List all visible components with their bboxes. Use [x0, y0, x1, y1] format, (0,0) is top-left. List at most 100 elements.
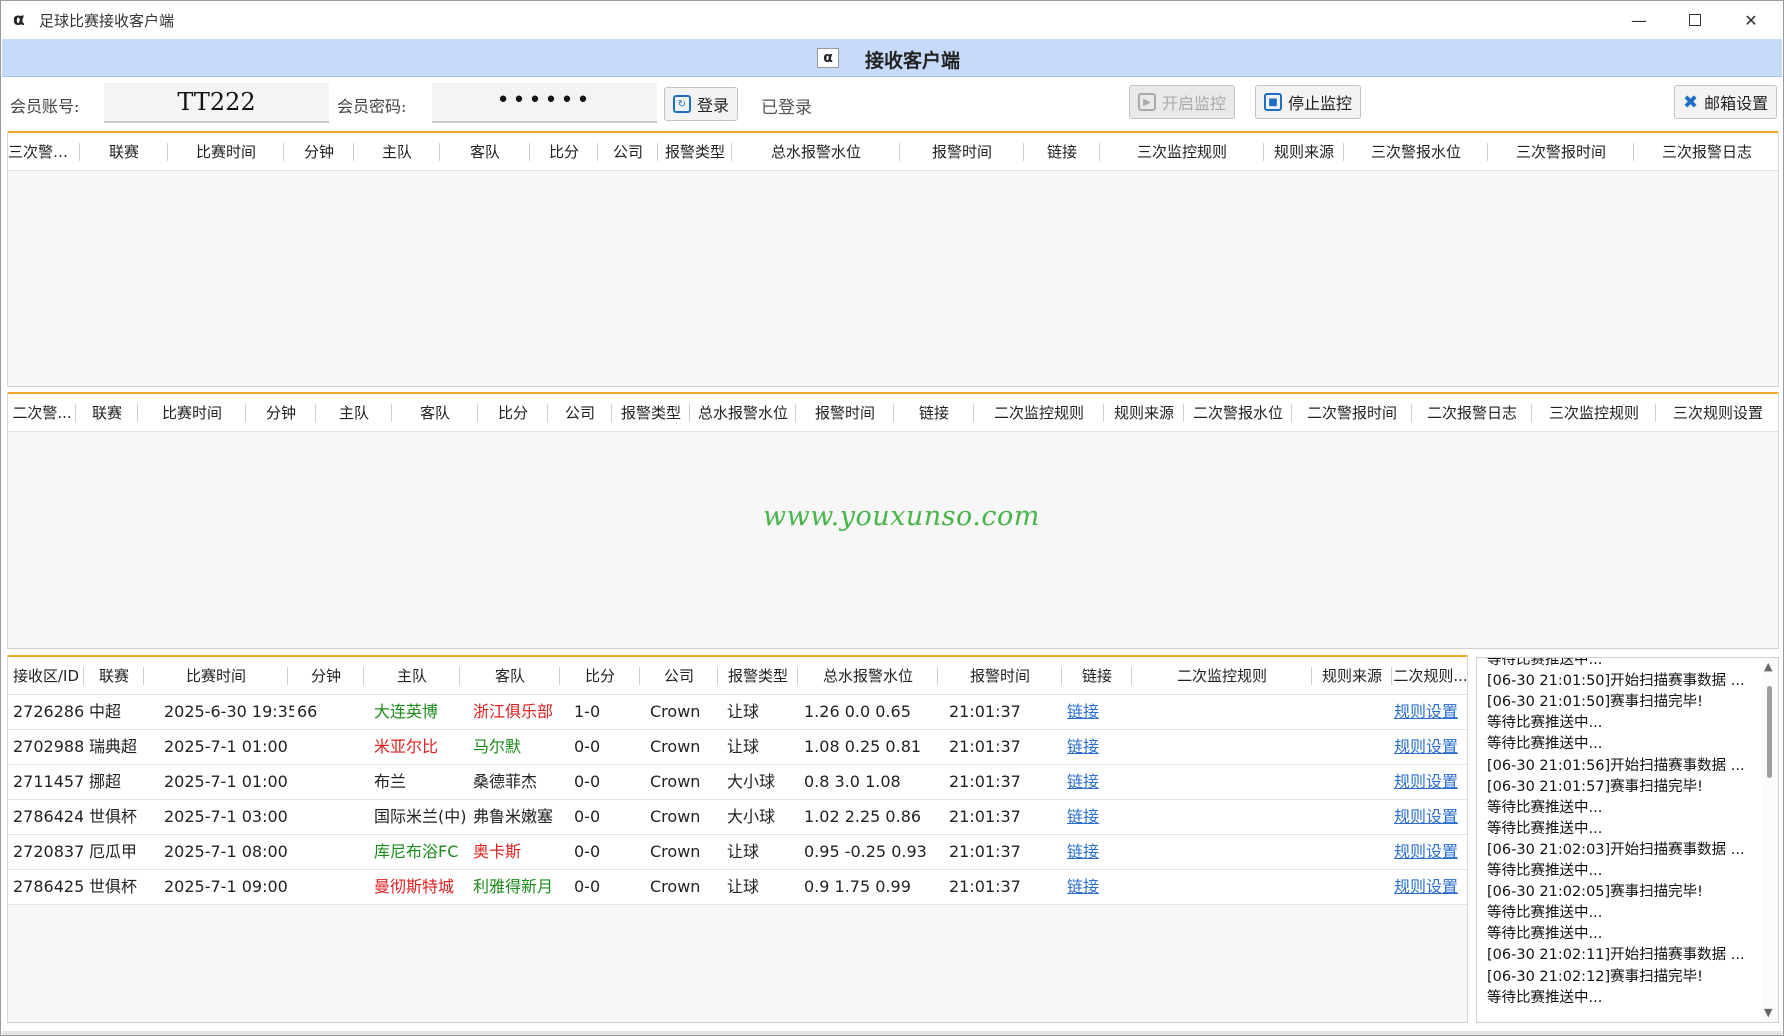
column-divider[interactable]: [353, 143, 354, 161]
column-divider[interactable]: [283, 143, 284, 161]
login-button[interactable]: ↻ 登录: [664, 87, 739, 121]
column-header[interactable]: 客队: [392, 394, 478, 432]
match-link[interactable]: 链接: [1067, 800, 1117, 834]
rule-settings-link[interactable]: 规则设置: [1394, 800, 1467, 834]
scrollbar-thumb[interactable]: [1767, 686, 1772, 778]
column-divider[interactable]: [1263, 143, 1264, 161]
column-header[interactable]: 公司: [640, 657, 718, 695]
match-link[interactable]: 链接: [1067, 765, 1117, 799]
column-header[interactable]: 链接: [1062, 657, 1132, 695]
column-header[interactable]: 三次规则设置: [1656, 394, 1778, 432]
column-header[interactable]: 三次报警日志: [1634, 133, 1778, 171]
column-header[interactable]: 客队: [460, 657, 560, 695]
column-header[interactable]: 三次警报...: [8, 133, 80, 171]
received-matches-grid[interactable]: 接收区/ID 联赛 比赛时间 分钟 主队 客队 比分 公司 报警类型 总水报警水位 报警时间 链接 二次…: [7, 655, 1468, 1023]
column-divider[interactable]: [1183, 404, 1184, 422]
column-divider[interactable]: [391, 404, 392, 422]
column-header[interactable]: 分钟: [288, 657, 364, 695]
table-row[interactable]: 2702988 瑞典超 2025-7-1 01:00 米亚尔比 马尔默 0-0 Crown 让…: [8, 730, 1467, 765]
column-header[interactable]: 三次监控规则: [1532, 394, 1656, 432]
column-header[interactable]: 公司: [548, 394, 612, 432]
column-divider[interactable]: [79, 143, 80, 161]
column-divider[interactable]: [1131, 667, 1132, 685]
column-divider[interactable]: [1343, 143, 1344, 161]
scroll-up-icon[interactable]: ▲: [1764, 660, 1772, 673]
column-header[interactable]: 总水报警水位: [798, 657, 938, 695]
column-divider[interactable]: [795, 404, 796, 422]
table-row[interactable]: 2786424 世俱杯 2025-7-1 03:00 国际米兰(中) 弗鲁米嫩塞 0-0 C…: [8, 800, 1467, 835]
rule-settings-link[interactable]: 规则设置: [1394, 835, 1467, 869]
column-divider[interactable]: [477, 404, 478, 422]
column-divider[interactable]: [597, 143, 598, 161]
column-divider[interactable]: [459, 667, 460, 685]
column-divider[interactable]: [973, 404, 974, 422]
column-divider[interactable]: [899, 143, 900, 161]
column-header[interactable]: 二次规则...: [1392, 657, 1467, 695]
column-header[interactable]: 比赛时间: [138, 394, 246, 432]
column-divider[interactable]: [797, 667, 798, 685]
column-divider[interactable]: [559, 667, 560, 685]
column-divider[interactable]: [1655, 404, 1656, 422]
column-header[interactable]: 客队: [440, 133, 530, 171]
column-header[interactable]: 二次监控规则: [1132, 657, 1312, 695]
email-settings-button[interactable]: ✖ 邮箱设置: [1674, 85, 1778, 119]
column-divider[interactable]: [529, 143, 530, 161]
column-divider[interactable]: [167, 143, 168, 161]
column-divider[interactable]: [83, 667, 84, 685]
match-link[interactable]: 链接: [1067, 695, 1117, 729]
column-divider[interactable]: [611, 404, 612, 422]
column-divider[interactable]: [689, 404, 690, 422]
rule-settings-link[interactable]: 规则设置: [1394, 765, 1467, 799]
password-input[interactable]: ••••••: [432, 83, 657, 123]
column-header[interactable]: 二次监控规则: [974, 394, 1104, 432]
column-header[interactable]: 接收区/ID: [8, 657, 84, 695]
log-scrollbar[interactable]: ▲ ▼: [1762, 658, 1778, 1022]
column-divider[interactable]: [547, 404, 548, 422]
scroll-down-icon[interactable]: ▼: [1764, 1006, 1772, 1019]
column-divider[interactable]: [315, 404, 316, 422]
column-header[interactable]: 分钟: [246, 394, 316, 432]
column-header[interactable]: 比分: [530, 133, 598, 171]
column-divider[interactable]: [657, 143, 658, 161]
close-button[interactable]: ✕: [1723, 1, 1779, 39]
column-divider[interactable]: [639, 667, 640, 685]
column-header[interactable]: 二次警报水位: [1184, 394, 1292, 432]
column-divider[interactable]: [937, 667, 938, 685]
column-divider[interactable]: [1061, 667, 1062, 685]
column-divider[interactable]: [143, 667, 144, 685]
column-divider[interactable]: [893, 404, 894, 422]
column-divider[interactable]: [1291, 404, 1292, 422]
account-input[interactable]: [104, 83, 329, 123]
column-divider[interactable]: [75, 404, 76, 422]
column-header[interactable]: 总水报警水位: [690, 394, 796, 432]
column-header[interactable]: 规则来源: [1104, 394, 1184, 432]
column-header[interactable]: 规则来源: [1264, 133, 1344, 171]
column-divider[interactable]: [1411, 404, 1412, 422]
column-divider[interactable]: [1311, 667, 1312, 685]
maximize-button[interactable]: [1667, 1, 1723, 39]
rule-settings-link[interactable]: 规则设置: [1394, 870, 1467, 904]
column-divider[interactable]: [439, 143, 440, 161]
column-header[interactable]: 主队: [354, 133, 440, 171]
rule-settings-link[interactable]: 规则设置: [1394, 730, 1467, 764]
column-divider[interactable]: [287, 667, 288, 685]
column-header[interactable]: 分钟: [284, 133, 354, 171]
column-divider[interactable]: [1633, 143, 1634, 161]
column-divider[interactable]: [1103, 404, 1104, 422]
match-link[interactable]: 链接: [1067, 835, 1117, 869]
third-alarm-grid[interactable]: 三次警报... 联赛 比赛时间 分钟 主队 客队 比分 公司 报警类型 总水报警水位 报警时间 链接三…: [7, 131, 1779, 387]
column-divider[interactable]: [717, 667, 718, 685]
column-header[interactable]: 总水报警水位: [732, 133, 900, 171]
table-row[interactable]: 2711457 挪超 2025-7-1 01:00 布兰 桑德菲杰 0-0 Crown 大小球…: [8, 765, 1467, 800]
column-header[interactable]: 二次警...: [8, 394, 76, 432]
column-header[interactable]: 二次警报时间: [1292, 394, 1412, 432]
column-header[interactable]: 三次警报时间: [1488, 133, 1634, 171]
column-divider[interactable]: [1391, 667, 1392, 685]
table-row[interactable]: 2726286 中超 2025-6-30 19:35 66 大连英博 浙江俱乐部 1-0 Cr…: [8, 695, 1467, 730]
column-header[interactable]: 链接: [894, 394, 974, 432]
column-header[interactable]: 比赛时间: [144, 657, 288, 695]
column-header[interactable]: 规则来源: [1312, 657, 1392, 695]
column-divider[interactable]: [731, 143, 732, 161]
column-divider[interactable]: [1487, 143, 1488, 161]
rule-settings-link[interactable]: 规则设置: [1394, 695, 1467, 729]
